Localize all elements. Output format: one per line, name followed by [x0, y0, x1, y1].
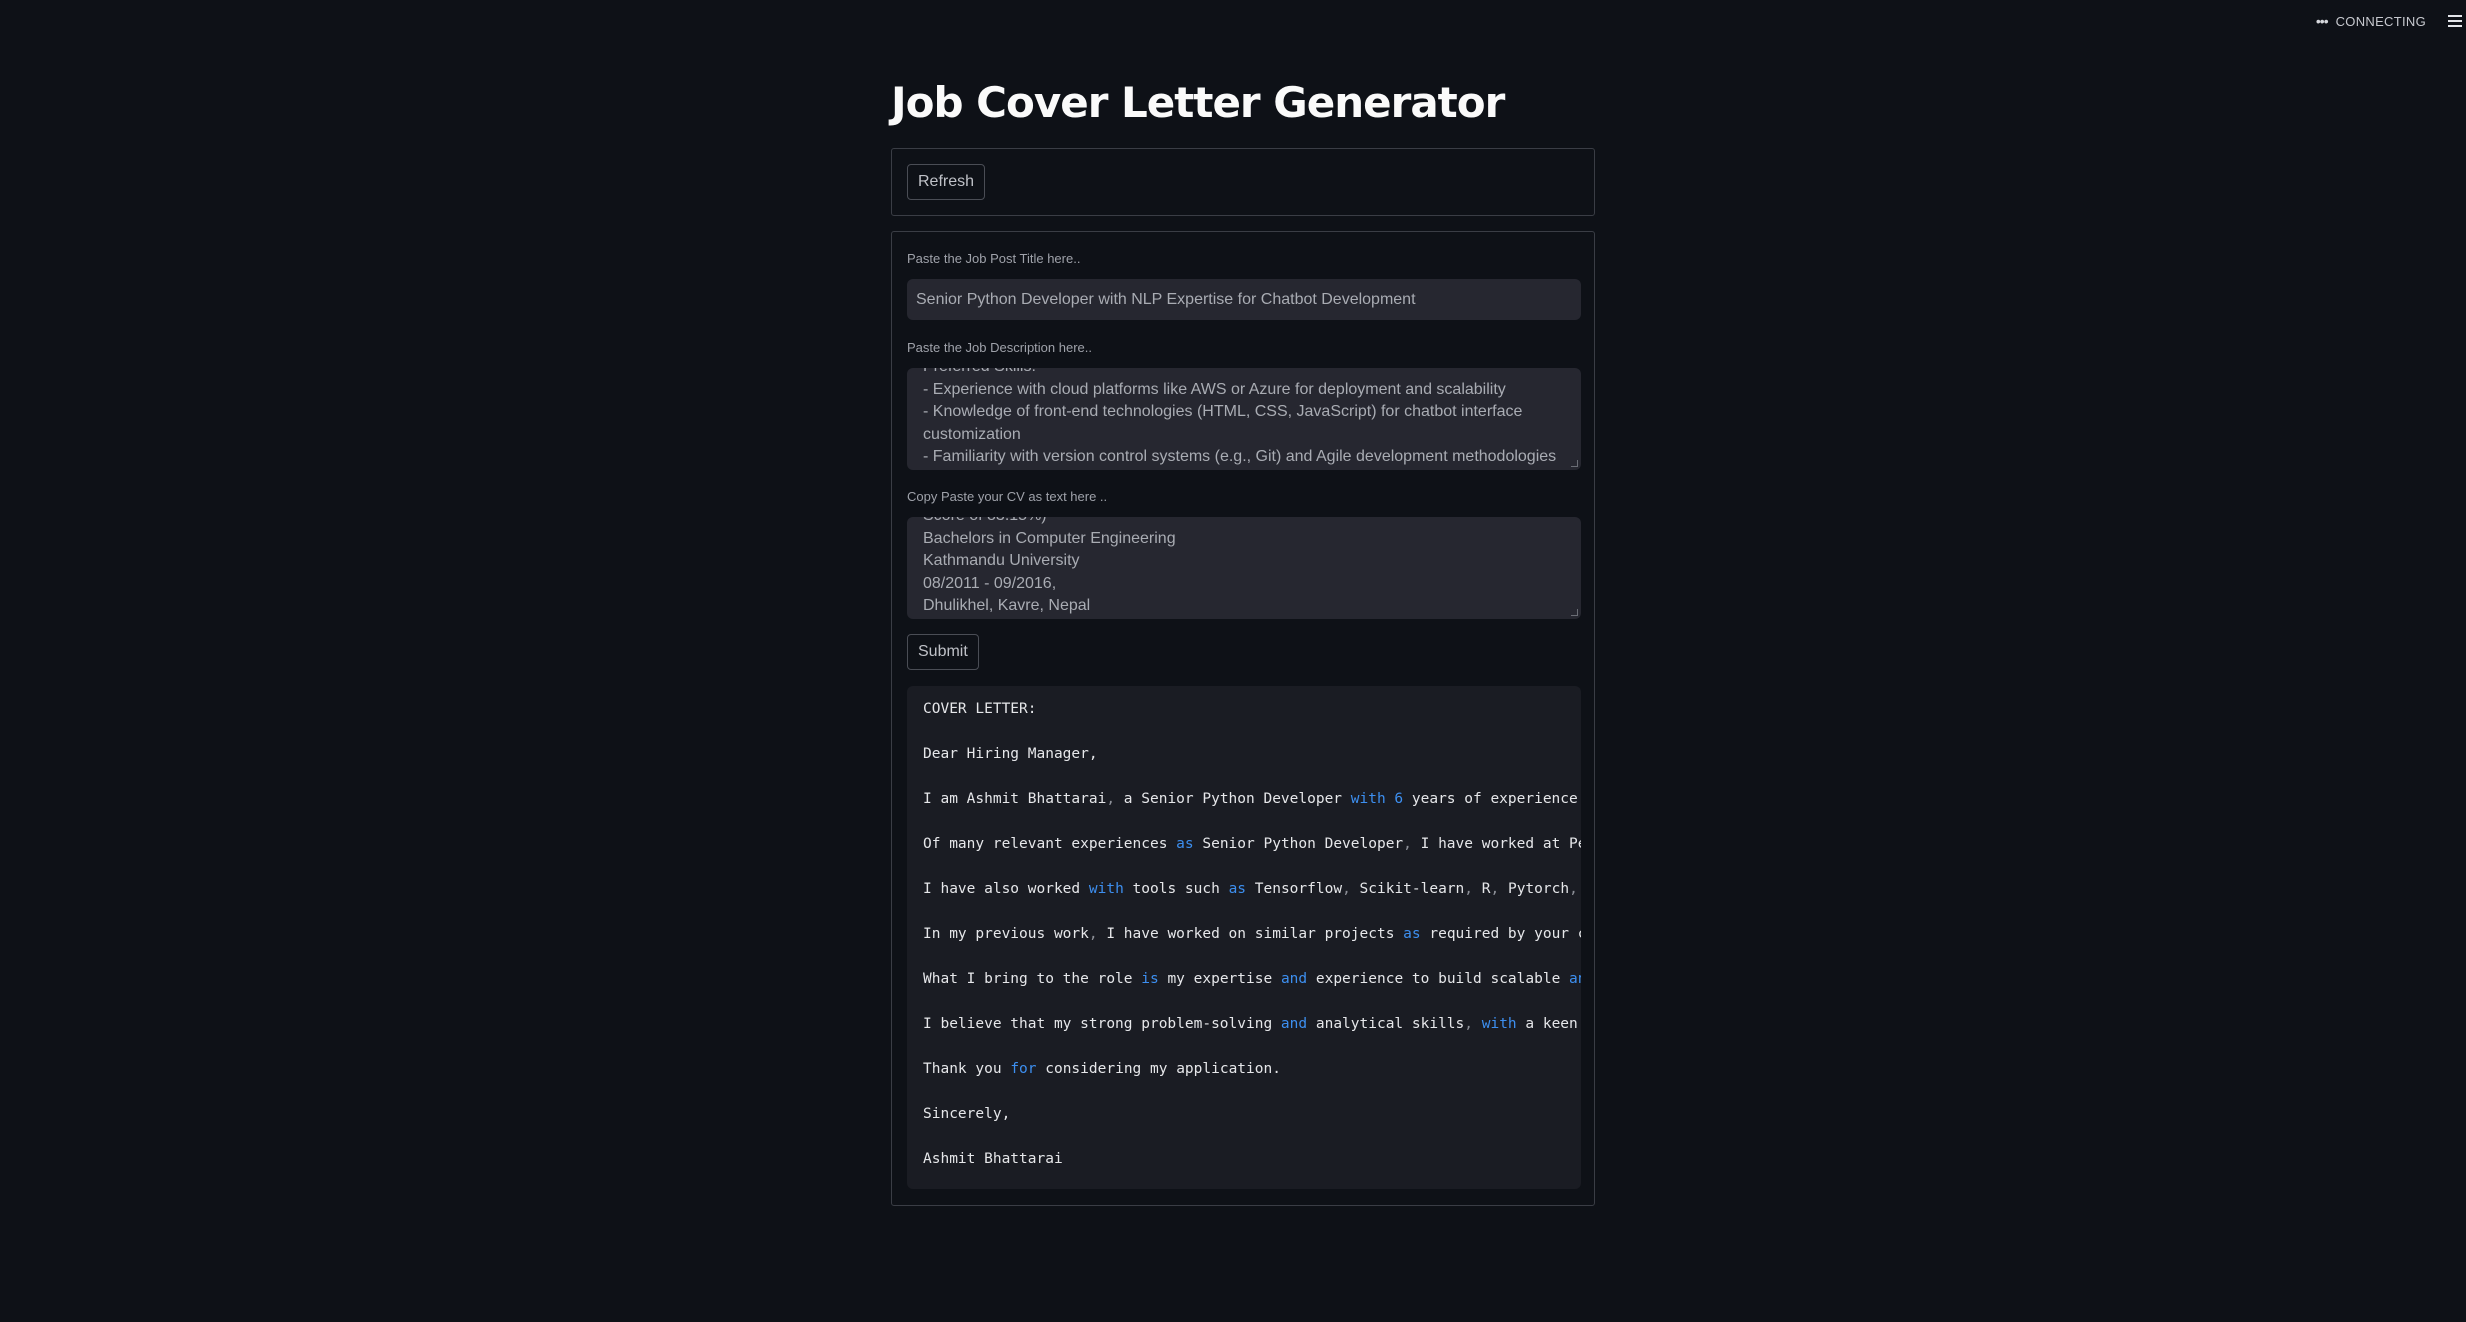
- cover-letter-paragraph: Thank you for considering my application…: [923, 1061, 1281, 1077]
- cover-letter-paragraph: I have also worked with tools such as Te…: [923, 881, 1578, 897]
- cover-letter-paragraph: I am Ashmit Bhattarai, a Senior Python D…: [923, 791, 1581, 807]
- textarea-line: Kathmandu University: [923, 552, 1080, 569]
- refresh-container: Refresh: [891, 148, 1595, 216]
- hamburger-menu-icon[interactable]: [2448, 15, 2462, 27]
- cover-letter-closing: Sincerely,: [923, 1106, 1011, 1122]
- page-title: Job Cover Letter Generator: [891, 78, 1505, 127]
- cover-letter-paragraph: What I bring to the role is my expertise…: [923, 971, 1581, 987]
- cover-letter-paragraph: I believe that my strong problem-solving…: [923, 1016, 1581, 1032]
- more-dots-icon: •••: [2315, 13, 2329, 29]
- status-label: CONNECTING: [2335, 13, 2426, 29]
- top-toolbar: ••• CONNECTING: [2316, 0, 2466, 42]
- textarea-line: - Experience with cloud platforms like A…: [923, 380, 1506, 398]
- refresh-button[interactable]: Refresh: [907, 164, 986, 200]
- textarea-line: Dhulikhel, Kavre, Nepal: [923, 597, 1091, 614]
- cover-letter-heading: COVER LETTER:: [923, 701, 1037, 717]
- textarea-line: customization: [923, 425, 1021, 443]
- cv-textarea[interactable]: Score of 83.15%)Bachelors in Computer En…: [907, 517, 1581, 619]
- job-title-input[interactable]: Senior Python Developer with NLP Experti…: [907, 279, 1581, 320]
- textarea-line: Bachelors in Computer Engineering: [923, 529, 1176, 547]
- cv-label: Copy Paste your CV as text here ..: [907, 489, 1108, 504]
- cover-letter-greeting: Dear Hiring Manager,: [923, 746, 1098, 762]
- cover-letter-signature: Ashmit Bhattarai: [923, 1151, 1063, 1167]
- textarea-line: 08/2011 - 09/2016,: [923, 574, 1057, 592]
- cover-letter-output: COVER LETTER: Dear Hiring Manager, I am …: [907, 686, 1581, 1189]
- cover-letter-paragraph: Of many relevant experiences as Senior P…: [923, 836, 1581, 852]
- job-description-label: Paste the Job Description here..: [907, 340, 1092, 355]
- cover-letter-paragraph: In my previous work, I have worked on si…: [923, 926, 1581, 942]
- resize-handle-icon[interactable]: [1571, 460, 1578, 467]
- textarea-line: - Familiarity with version control syste…: [923, 448, 1557, 465]
- connection-status: ••• CONNECTING: [2316, 13, 2426, 29]
- job-description-textarea[interactable]: Preferred Skills:- Experience with cloud…: [907, 368, 1581, 470]
- resize-handle-icon[interactable]: [1571, 609, 1578, 616]
- textarea-line: Preferred Skills:: [923, 368, 1565, 379]
- job-title-label: Paste the Job Post Title here..: [907, 251, 1081, 266]
- textarea-line: - Knowledge of front-end technologies (H…: [923, 403, 1523, 420]
- form-container: Paste the Job Post Title here.. Senior P…: [891, 231, 1595, 1206]
- textarea-line: Score of 83.15%): [923, 517, 1565, 528]
- submit-button[interactable]: Submit: [907, 634, 979, 670]
